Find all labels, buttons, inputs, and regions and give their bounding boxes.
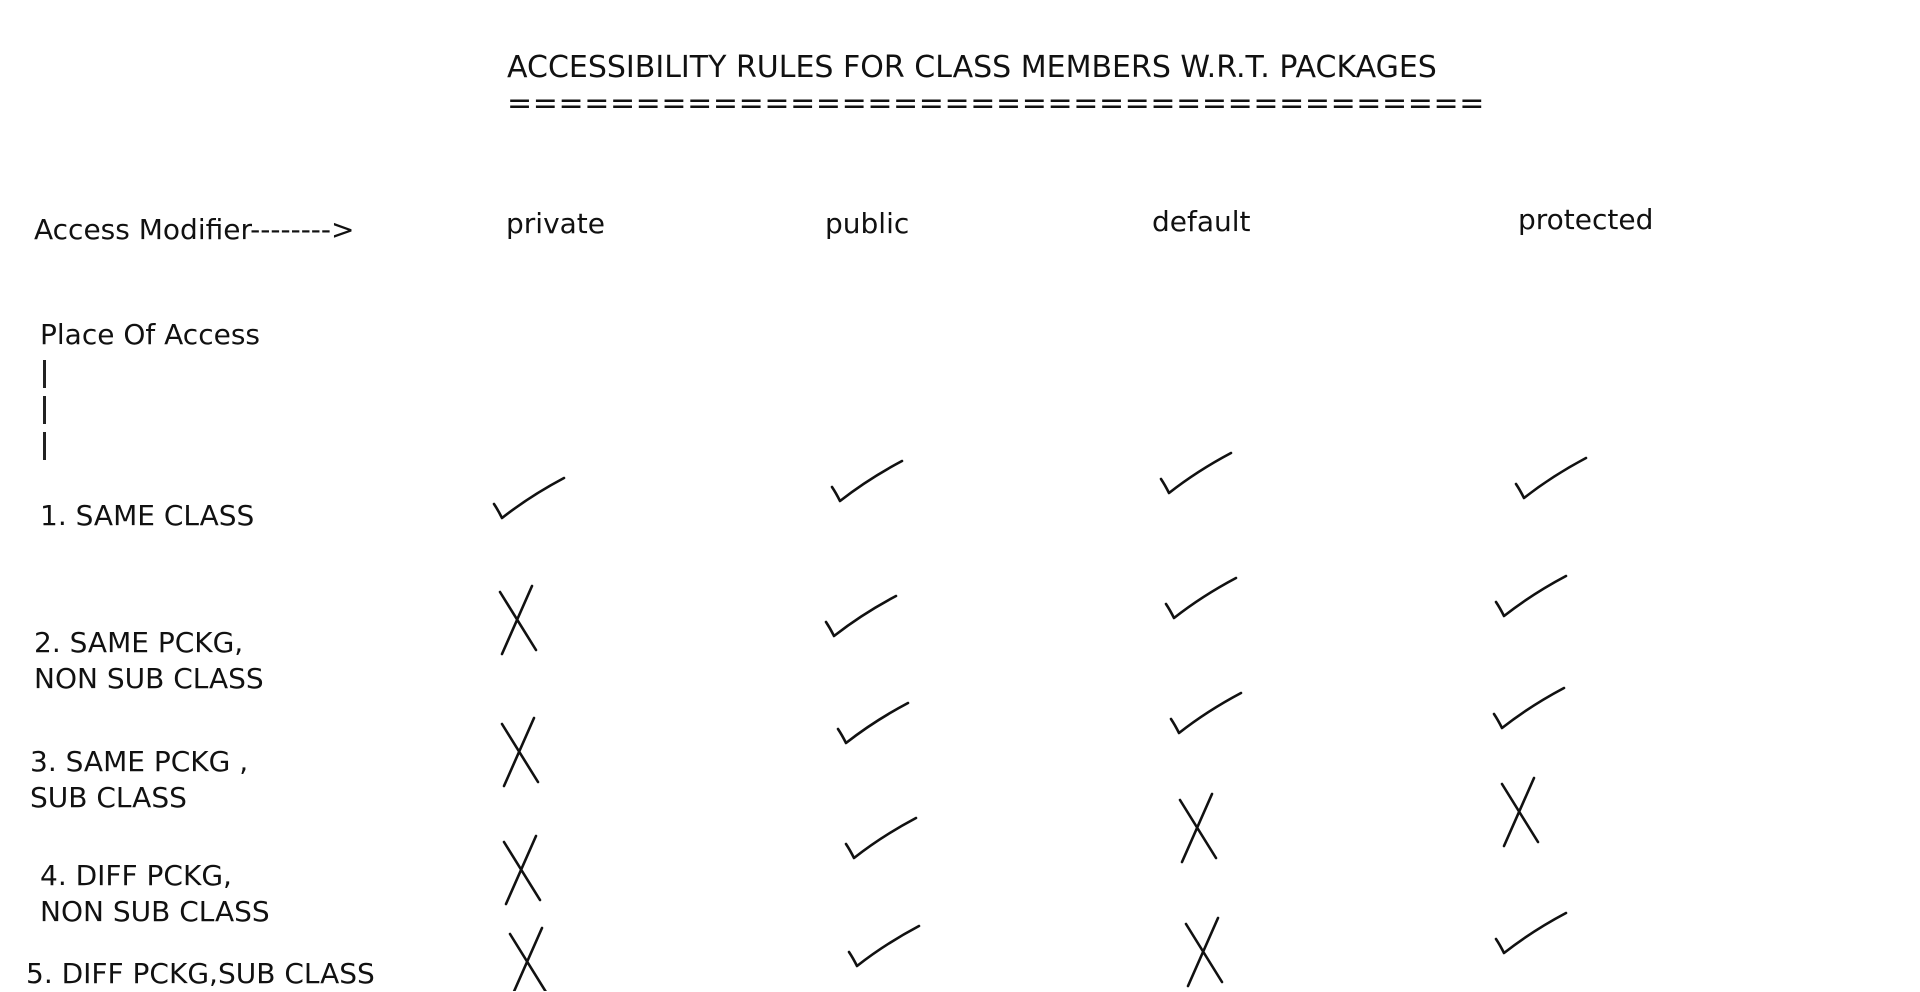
check-mark-icon-row5-public [847, 924, 921, 968]
cross-mark-icon-row3-private [500, 716, 540, 788]
check-mark-icon-row2-public [824, 594, 898, 638]
check-mark-icon-row4-public [844, 816, 918, 860]
check-mark-icon-row1-private [492, 476, 566, 520]
check-mark-icon-row3-public [836, 701, 910, 745]
check-mark-icon-row1-default [1159, 451, 1233, 495]
cross-mark-icon-row4-protected [1500, 776, 1540, 848]
access-marks [492, 451, 1588, 991]
check-mark-icon-row2-protected [1494, 574, 1568, 618]
cross-mark-icon-row5-default [1184, 916, 1224, 988]
check-mark-icon-row5-protected [1494, 911, 1568, 955]
cross-mark-icon-row4-default [1178, 792, 1218, 864]
cross-mark-icon-row4-private [502, 834, 542, 906]
cross-mark-icon-row2-private [498, 584, 538, 656]
cross-mark-icon-row5-private [508, 926, 547, 991]
check-mark-icon-row2-default [1164, 576, 1238, 620]
check-mark-icon-row3-protected [1492, 686, 1566, 730]
check-mark-icon-row1-protected [1514, 456, 1588, 500]
check-mark-icon-row1-public [830, 459, 904, 503]
check-mark-icon-row3-default [1169, 691, 1243, 735]
